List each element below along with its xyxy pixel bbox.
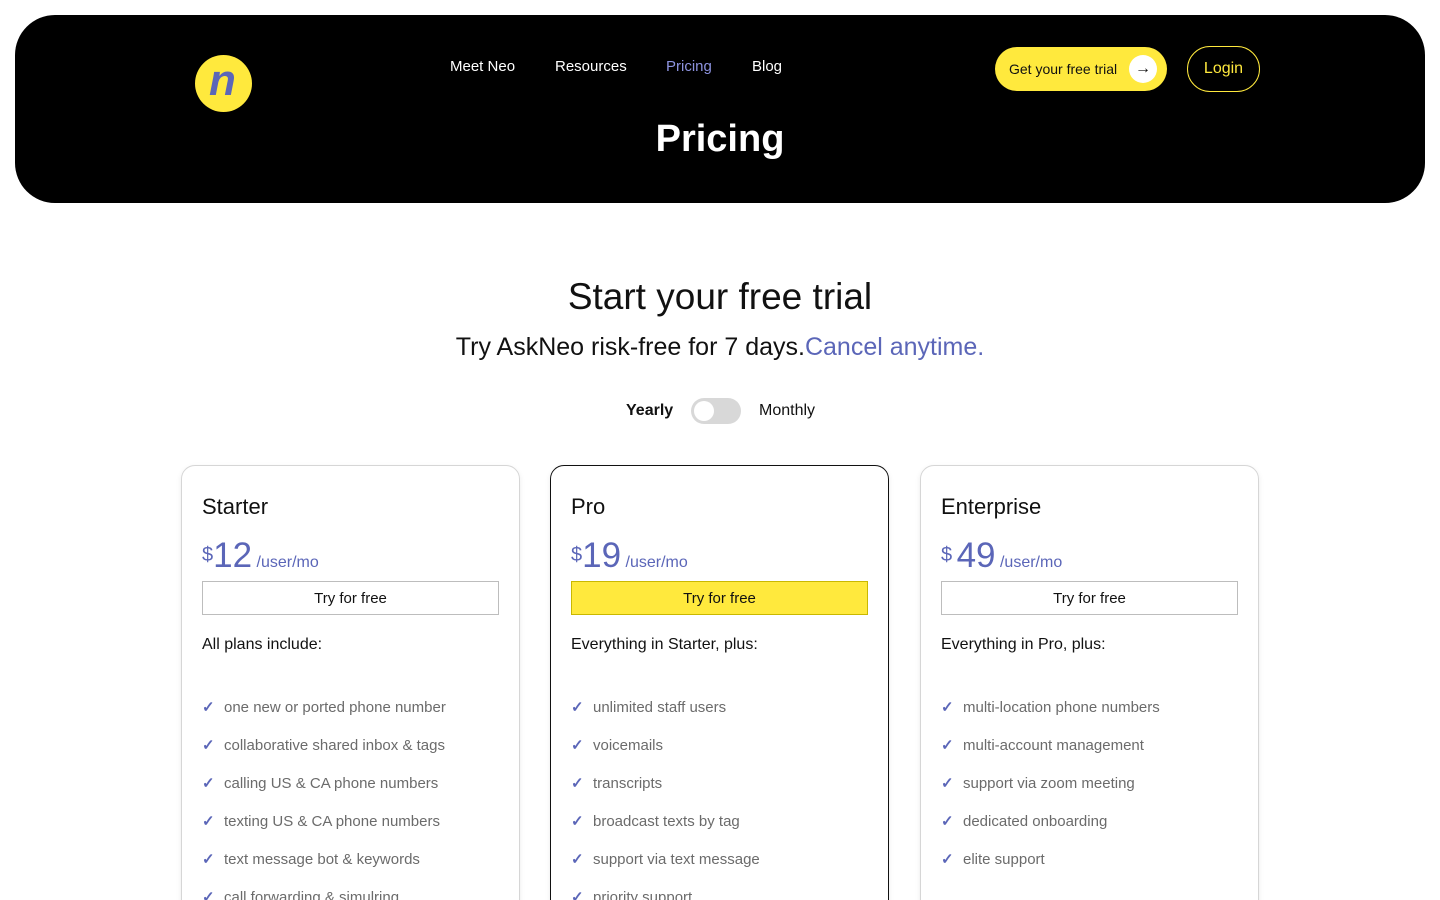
- trial-subtitle: Try AskNeo risk-free for 7 days.Cancel a…: [455, 333, 985, 361]
- plan-card-pro: Pro $19 /user/mo Try for free Everything…: [550, 465, 889, 900]
- nav-item-meet-neo[interactable]: Meet Neo: [450, 58, 515, 75]
- feature-item: ✓ call forwarding & simulring: [202, 878, 446, 900]
- feature-item: ✓ dedicated onboarding: [941, 812, 1108, 831]
- plan-includes-heading: All plans include:: [202, 636, 323, 653]
- check-icon: ✓: [941, 775, 954, 792]
- check-icon: ✓: [941, 699, 954, 716]
- feature-list: ✓ unlimited staff users ✓ voicemails ✓ tran…: [571, 688, 760, 900]
- feature-item: ✓ transcripts: [571, 774, 663, 793]
- get-free-trial-button[interactable]: Get your free trial →: [995, 47, 1167, 91]
- feature-item: ✓ priority support: [571, 878, 760, 900]
- toggle-knob: [694, 401, 714, 421]
- feature-item: ✓ support via text message: [571, 850, 760, 869]
- check-icon: ✓: [571, 813, 584, 830]
- check-icon: ✓: [202, 813, 215, 830]
- feature-item: ✓ texting US & CA phone numbers: [202, 812, 440, 831]
- check-icon: ✓: [941, 851, 954, 868]
- arrow-right-icon: →: [1129, 55, 1157, 83]
- feature-item: ✓ multi-account management: [941, 736, 1144, 755]
- feature-item: ✓ text message bot & keywords: [202, 850, 420, 869]
- check-icon: ✓: [202, 851, 215, 868]
- cancel-anytime-text: Cancel anytime.: [804, 333, 985, 361]
- check-icon: ✓: [571, 699, 584, 716]
- plan-price: $ 49 /user/mo: [941, 536, 1063, 575]
- check-icon: ✓: [202, 737, 215, 754]
- feature-list: ✓ multi-location phone numbers ✓ multi-acc…: [941, 688, 1160, 878]
- feature-item: ✓ elite support: [941, 850, 1045, 869]
- feature-item: ✓ collaborative shared inbox & tags: [202, 736, 445, 755]
- plan-card-starter: Starter $12 /user/mo Try for free All pl…: [181, 465, 520, 900]
- get-free-trial-label: Get your free trial: [1009, 61, 1118, 77]
- check-icon: ✓: [571, 737, 584, 754]
- feature-item: ✓ support via zoom meeting: [941, 774, 1135, 793]
- feature-item: ✓ broadcast texts by tag: [571, 812, 740, 831]
- feature-list: ✓ one new or ported phone number ✓ collabo…: [202, 688, 446, 900]
- check-icon: ✓: [941, 737, 954, 754]
- plan-price: $12 /user/mo: [202, 536, 319, 575]
- nav-item-resources[interactable]: Resources: [555, 58, 627, 75]
- feature-item: ✓ voicemails: [571, 736, 664, 755]
- nav-item-pricing[interactable]: Pricing: [666, 58, 712, 75]
- page-title: Pricing: [655, 118, 785, 160]
- plan-name: Pro: [571, 494, 606, 519]
- feature-item: ✓ unlimited staff users: [571, 698, 727, 717]
- check-icon: ✓: [202, 699, 215, 716]
- plan-card-enterprise: Enterprise $ 49 /user/mo Try for free Ev…: [920, 465, 1259, 900]
- plan-price: $19 /user/mo: [571, 536, 688, 575]
- check-icon: ✓: [571, 851, 584, 868]
- billing-period-toggle[interactable]: [691, 398, 741, 424]
- billing-monthly-label[interactable]: Monthly: [759, 402, 815, 420]
- trial-heading: Start your free trial: [567, 276, 873, 317]
- check-icon: ✓: [941, 813, 954, 830]
- feature-item: ✓ calling US & CA phone numbers: [202, 774, 439, 793]
- check-icon: ✓: [202, 775, 215, 792]
- login-button[interactable]: Login: [1187, 46, 1260, 92]
- plan-name: Starter: [202, 494, 269, 519]
- check-icon: ✓: [571, 775, 584, 792]
- try-for-free-button[interactable]: Try for free: [202, 581, 499, 615]
- feature-item: ✓ multi-location phone numbers: [941, 698, 1160, 717]
- billing-yearly-label[interactable]: Yearly: [626, 402, 673, 420]
- billing-toggle-row: Yearly Monthly: [0, 397, 1440, 425]
- feature-item: ✓ one new or ported phone number: [202, 698, 446, 717]
- plan-name: Enterprise: [941, 494, 1042, 519]
- nav-item-blog[interactable]: Blog: [752, 58, 782, 75]
- try-for-free-button[interactable]: Try for free: [941, 581, 1238, 615]
- plan-includes-heading: Everything in Pro, plus:: [941, 636, 1106, 653]
- check-icon: ✓: [202, 889, 215, 900]
- try-for-free-button[interactable]: Try for free: [571, 581, 868, 615]
- header-hero: n: [15, 15, 1425, 203]
- check-icon: ✓: [571, 889, 584, 900]
- plan-includes-heading: Everything in Starter, plus:: [571, 636, 758, 653]
